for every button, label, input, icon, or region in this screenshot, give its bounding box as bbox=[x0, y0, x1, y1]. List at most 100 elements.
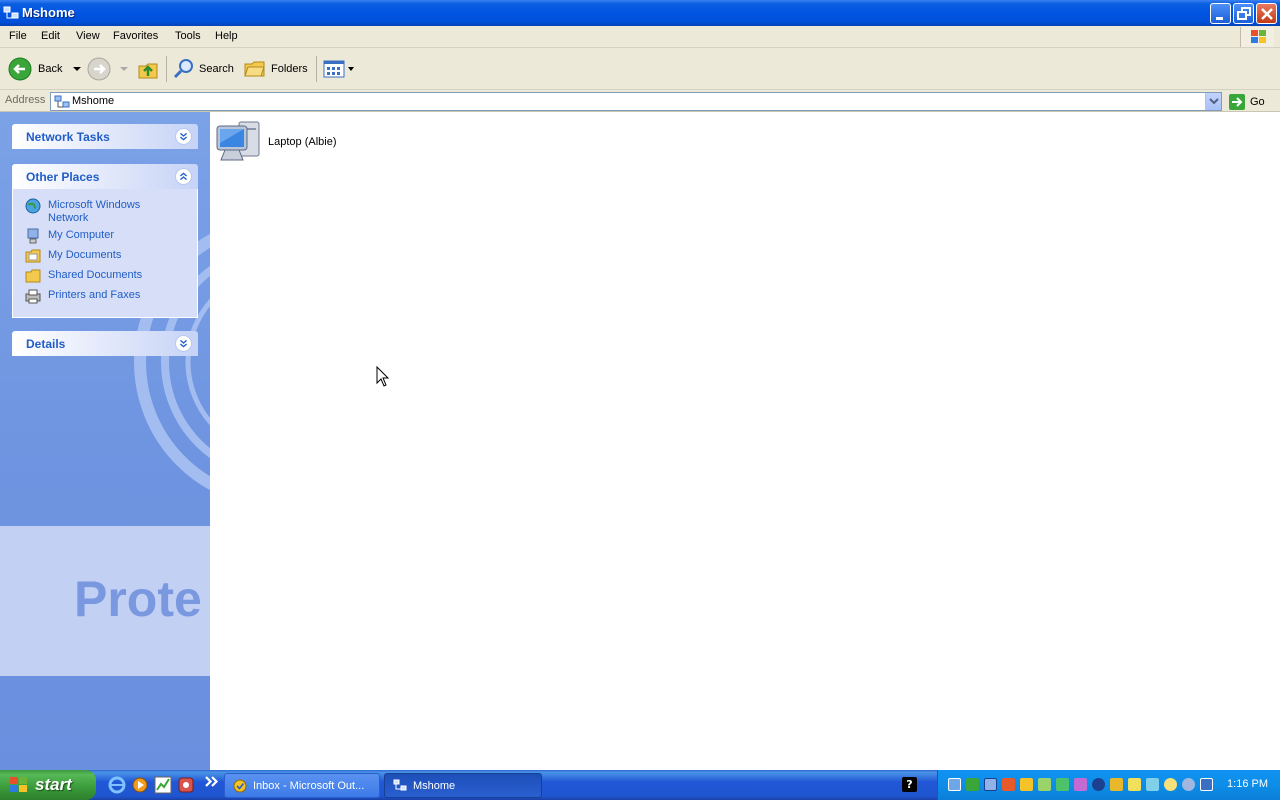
tray-app-icon[interactable] bbox=[1164, 778, 1177, 791]
tray-app-icon[interactable] bbox=[966, 778, 979, 791]
back-label: Back bbox=[38, 63, 63, 75]
help-icon[interactable]: ? bbox=[902, 777, 917, 792]
tray-app-icon[interactable] bbox=[1056, 778, 1069, 791]
back-button[interactable]: Back bbox=[8, 56, 84, 82]
expand-chevron-icon[interactable] bbox=[175, 335, 192, 352]
expand-chevron-icon[interactable] bbox=[175, 128, 192, 145]
place-shared-documents[interactable]: Shared Documents bbox=[13, 267, 197, 287]
forward-arrow-icon bbox=[87, 57, 111, 81]
tray-app-icon[interactable] bbox=[1074, 778, 1087, 791]
tray-app-icon[interactable] bbox=[1200, 778, 1213, 791]
menu-tools[interactable]: Tools bbox=[175, 30, 201, 42]
search-button[interactable]: Search bbox=[172, 56, 234, 82]
start-label: start bbox=[35, 775, 72, 794]
details-header[interactable]: Details bbox=[12, 331, 198, 356]
network-tasks-title: Network Tasks bbox=[26, 130, 110, 144]
windows-flag-icon bbox=[1251, 30, 1266, 43]
clock[interactable]: 1:16 PM bbox=[1227, 778, 1268, 790]
place-microsoft-windows-network[interactable]: Microsoft Windows Network bbox=[13, 197, 197, 227]
details-panel: Details bbox=[12, 331, 198, 356]
toolbar: Back Search Folders bbox=[0, 48, 1280, 90]
go-label: Go bbox=[1250, 95, 1265, 108]
mouse-cursor-icon bbox=[376, 366, 390, 387]
other-places-title: Other Places bbox=[26, 170, 100, 184]
tray-wireless-icon[interactable] bbox=[1146, 778, 1159, 791]
chevron-down-icon bbox=[1209, 98, 1219, 105]
minimize-icon bbox=[1216, 17, 1223, 20]
place-label: My Computer bbox=[48, 229, 115, 241]
close-icon bbox=[1261, 8, 1273, 20]
taskbar-button-mshome[interactable]: Mshome bbox=[384, 773, 542, 798]
other-places-header[interactable]: Other Places bbox=[12, 164, 198, 189]
folders-button[interactable]: Folders bbox=[243, 56, 308, 82]
taskbar-button-outlook[interactable]: Inbox - Microsoft Out... bbox=[224, 773, 380, 798]
place-label: Microsoft Windows Network bbox=[48, 199, 141, 224]
place-my-documents[interactable]: My Documents bbox=[13, 247, 197, 267]
place-printers-and-faxes[interactable]: Printers and Faxes bbox=[13, 287, 197, 307]
forward-dropdown-icon bbox=[120, 67, 128, 71]
up-folder-icon bbox=[138, 63, 158, 79]
chart-app-icon[interactable] bbox=[154, 776, 172, 794]
network-globe-icon bbox=[25, 198, 41, 214]
quick-launch-overflow-icon[interactable] bbox=[203, 774, 221, 792]
background-text: Prote bbox=[74, 571, 202, 627]
windows-logo bbox=[1240, 27, 1274, 47]
tray-display-icon[interactable] bbox=[984, 778, 997, 791]
place-label: Shared Documents bbox=[48, 269, 143, 281]
title-bar[interactable]: Mshome bbox=[0, 0, 1280, 26]
toolbar-separator bbox=[316, 56, 317, 82]
forward-button[interactable] bbox=[87, 56, 131, 82]
other-places-panel: Other Places Microsoft Windows Network M… bbox=[12, 164, 198, 318]
search-label: Search bbox=[199, 63, 234, 75]
folders-icon bbox=[244, 61, 265, 77]
tray-shield-icon[interactable] bbox=[1020, 778, 1033, 791]
details-title: Details bbox=[26, 337, 66, 351]
toolbar-separator bbox=[166, 56, 167, 82]
up-folder-button[interactable] bbox=[136, 56, 160, 82]
media-player-icon[interactable] bbox=[131, 776, 149, 794]
network-icon bbox=[3, 6, 19, 19]
menu-edit[interactable]: Edit bbox=[41, 30, 60, 42]
address-dropdown-button[interactable] bbox=[1205, 93, 1221, 110]
menu-file[interactable]: File bbox=[9, 30, 27, 42]
my-documents-icon bbox=[25, 249, 41, 263]
task-label: Mshome bbox=[413, 779, 456, 792]
address-input[interactable]: Mshome bbox=[50, 92, 1222, 111]
back-dropdown-icon[interactable] bbox=[70, 64, 84, 74]
views-dropdown-icon bbox=[348, 67, 354, 71]
minimize-button[interactable] bbox=[1210, 3, 1231, 24]
menu-favorites[interactable]: Favorites bbox=[113, 30, 158, 42]
computer-item-label: Laptop (Albie) bbox=[268, 136, 337, 148]
collapse-chevron-icon[interactable] bbox=[175, 168, 192, 185]
my-computer-icon bbox=[27, 228, 39, 244]
close-button[interactable] bbox=[1256, 3, 1277, 24]
internet-explorer-icon[interactable] bbox=[108, 776, 126, 794]
file-view[interactable]: Laptop (Albie) bbox=[210, 112, 1280, 770]
tray-app-icon[interactable] bbox=[1182, 778, 1195, 791]
tray-security-icon[interactable] bbox=[1128, 778, 1141, 791]
network-tasks-header[interactable]: Network Tasks bbox=[12, 124, 198, 149]
system-tray: 1:16 PM bbox=[937, 770, 1280, 800]
tray-app-icon[interactable] bbox=[1038, 778, 1051, 791]
window-title: Mshome bbox=[22, 5, 75, 20]
network-icon bbox=[393, 779, 407, 790]
views-button[interactable] bbox=[322, 56, 356, 82]
network-tasks-panel: Network Tasks bbox=[12, 124, 198, 149]
address-value: Mshome bbox=[72, 95, 115, 107]
menu-view[interactable]: View bbox=[76, 30, 100, 42]
tray-app-icon[interactable] bbox=[1092, 778, 1105, 791]
menu-help[interactable]: Help bbox=[215, 30, 238, 42]
restore-button[interactable] bbox=[1233, 3, 1254, 24]
quick-launch-app-icon[interactable] bbox=[177, 776, 195, 794]
tray-app-icon[interactable] bbox=[1002, 778, 1015, 791]
tray-network-icon[interactable] bbox=[948, 778, 961, 791]
search-icon bbox=[173, 59, 193, 79]
computer-item-laptop[interactable]: Laptop (Albie) bbox=[215, 118, 337, 166]
computer-icon bbox=[216, 121, 260, 161]
place-my-computer[interactable]: My Computer bbox=[13, 227, 197, 247]
windows-flag-icon bbox=[10, 777, 27, 792]
go-button[interactable]: Go bbox=[1228, 92, 1265, 111]
tray-app-icon[interactable] bbox=[1110, 778, 1123, 791]
address-label: Address bbox=[5, 94, 46, 106]
start-button[interactable]: start bbox=[0, 770, 96, 800]
